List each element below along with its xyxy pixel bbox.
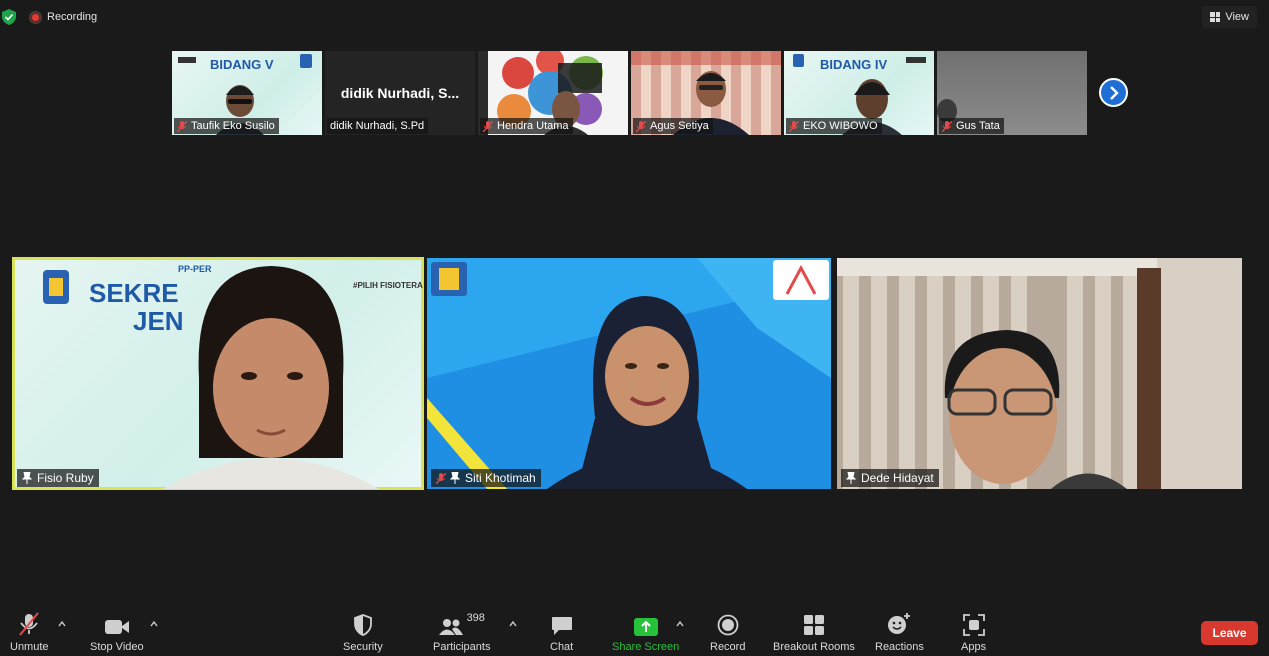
- participant-name-tag: Siti Khotimah: [431, 469, 541, 487]
- mic-muted-icon: [436, 472, 446, 484]
- participant-name-tag: Hendra Utama: [480, 118, 573, 134]
- participant-thumbnail[interactable]: Agus Setiya: [631, 51, 781, 135]
- recording-label: Recording: [47, 11, 98, 23]
- share-screen-icon: [633, 618, 658, 636]
- participant-tile[interactable]: Dede Hidayat: [837, 258, 1242, 489]
- record-label: Record: [710, 641, 746, 653]
- pin-icon: [846, 472, 856, 484]
- participant-tile[interactable]: Siti Khotimah: [427, 258, 831, 489]
- chevron-up-icon[interactable]: [676, 620, 684, 628]
- stop-video-label: Stop Video: [90, 641, 144, 653]
- view-label: View: [1225, 11, 1249, 23]
- chevron-up-icon[interactable]: [509, 620, 517, 628]
- banner-tag-text: #PILIH FISIOTERAPI: [353, 281, 423, 290]
- participant-name-tag: Agus Setiya: [633, 118, 713, 134]
- participant-name: EKO WIBOWO: [803, 120, 878, 132]
- mic-muted-icon: [789, 120, 799, 132]
- reactions-label: Reactions: [875, 641, 924, 653]
- banner-text: BIDANG V: [210, 57, 274, 72]
- participant-name-tag: EKO WIBOWO: [786, 118, 882, 134]
- next-page-button[interactable]: [1099, 78, 1128, 107]
- apps-label: Apps: [961, 641, 987, 653]
- security-label: Security: [343, 641, 383, 653]
- security-shield-icon: [2, 9, 16, 25]
- chat-button[interactable]: Chat: [550, 612, 573, 653]
- breakout-rooms-icon: [803, 615, 824, 635]
- chat-icon: [551, 617, 572, 635]
- apps-button[interactable]: Apps: [961, 612, 986, 653]
- shield-icon: [353, 614, 372, 636]
- participant-name: Fisio Ruby: [37, 471, 94, 485]
- mic-muted-icon: [483, 120, 493, 132]
- recording-indicator[interactable]: Recording: [30, 9, 97, 25]
- participant-name: Taufik Eko Susilo: [191, 120, 275, 132]
- participant-thumbnail[interactable]: BIDANG V Taufik Eko Susilo: [172, 51, 322, 135]
- participant-thumbnail[interactable]: didik Nurhadi, S... didik Nurhadi, S.Pd: [325, 51, 475, 135]
- mic-muted-icon: [19, 612, 40, 636]
- participant-name-tag: Taufik Eko Susilo: [174, 118, 279, 134]
- participant-name-tag: Dede Hidayat: [841, 469, 939, 487]
- video-feed: [837, 258, 1242, 489]
- mic-muted-icon: [942, 120, 952, 132]
- participant-name: Agus Setiya: [650, 120, 709, 132]
- share-screen-label: Share Screen: [612, 641, 680, 653]
- participant-name-tag: Fisio Ruby: [17, 469, 99, 487]
- emoji-reactions-icon: [888, 613, 911, 634]
- participant-strip: BIDANG V Taufik Eko Susilo didik Nurhadi…: [172, 51, 1087, 135]
- participant-name: Hendra Utama: [497, 120, 569, 132]
- participant-name: Siti Khotimah: [465, 471, 536, 485]
- participants-button[interactable]: 398 Participants: [433, 612, 490, 653]
- banner-text-line1: SEKRE: [89, 278, 179, 308]
- video-feed: [427, 258, 831, 489]
- participant-thumbnail[interactable]: Hendra Utama: [478, 51, 628, 135]
- share-screen-button[interactable]: Share Screen: [612, 612, 679, 653]
- banner-small-text: PP-PER: [178, 264, 212, 274]
- pin-icon: [450, 472, 460, 484]
- video-feed: PP-PER SEKRE JEN #PILIH FISIOTERAPI: [43, 264, 423, 489]
- mic-muted-icon: [636, 120, 646, 132]
- banner-text-line2: JEN: [133, 306, 184, 336]
- mic-muted-icon: [177, 120, 187, 132]
- participant-thumbnail[interactable]: BIDANG IV EKO WIBOWO: [784, 51, 934, 135]
- participant-tile-active-speaker[interactable]: PP-PER SEKRE JEN #PILIH FISIOTERAPI Fisi…: [12, 257, 424, 490]
- reactions-button[interactable]: Reactions: [875, 612, 924, 653]
- chevron-right-icon: [1109, 85, 1119, 100]
- chevron-up-icon[interactable]: [58, 620, 66, 628]
- record-button[interactable]: Record: [710, 612, 745, 653]
- participant-name: didik Nurhadi, S.Pd: [330, 120, 425, 132]
- participant-name-tag: didik Nurhadi, S.Pd: [327, 118, 429, 134]
- participant-thumbnail[interactable]: Gus Tata: [937, 51, 1087, 135]
- chat-label: Chat: [550, 641, 574, 653]
- participants-count: 398: [466, 612, 485, 624]
- breakout-rooms-button[interactable]: Breakout Rooms: [773, 612, 855, 653]
- banner-text: BIDANG IV: [820, 57, 888, 72]
- stop-video-button[interactable]: Stop Video: [90, 612, 144, 653]
- recording-dot-icon: [30, 11, 41, 23]
- unmute-button[interactable]: Unmute: [10, 612, 49, 653]
- grid-view-icon: [1210, 12, 1221, 22]
- pin-icon: [22, 472, 32, 484]
- meeting-toolbar: Unmute Stop Video Security 398 Participa…: [0, 608, 1269, 656]
- participant-display-name: didik Nurhadi, S...: [340, 85, 460, 101]
- participants-label: Participants: [433, 641, 491, 653]
- apps-icon: [962, 614, 985, 636]
- view-button[interactable]: View: [1202, 6, 1257, 28]
- breakout-rooms-label: Breakout Rooms: [773, 641, 855, 653]
- unmute-label: Unmute: [10, 641, 49, 653]
- video-camera-icon: [104, 620, 129, 634]
- participant-name: Gus Tata: [956, 120, 1000, 132]
- leave-button[interactable]: Leave: [1201, 621, 1258, 645]
- participant-name-tag: Gus Tata: [939, 118, 1004, 134]
- chevron-up-icon[interactable]: [150, 620, 158, 628]
- record-icon: [717, 614, 739, 636]
- participant-name: Dede Hidayat: [861, 471, 934, 485]
- security-button[interactable]: Security: [343, 612, 383, 653]
- participants-icon: [438, 619, 463, 635]
